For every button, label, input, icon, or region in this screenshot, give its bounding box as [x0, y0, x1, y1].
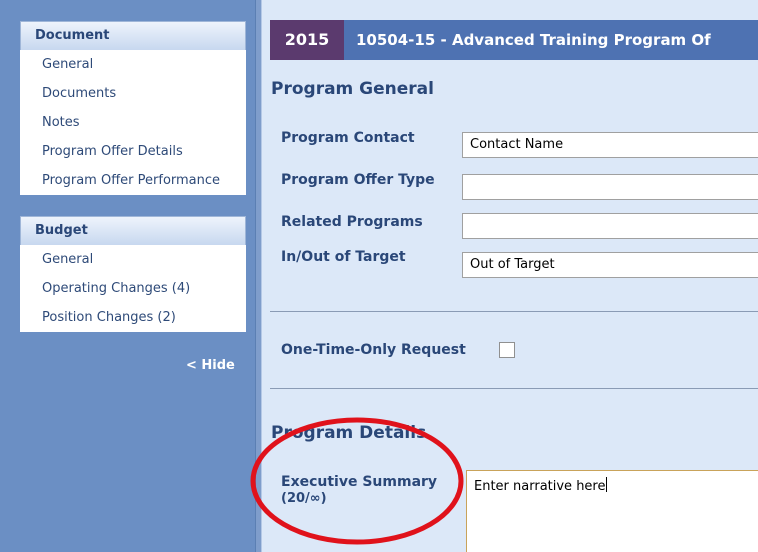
program-general-title: Program General — [271, 79, 434, 99]
in-out-target-field[interactable]: Out of Target — [462, 252, 758, 278]
one-time-only-label: One-Time-Only Request — [281, 342, 466, 358]
in-out-target-label: In/Out of Target — [281, 249, 406, 265]
divider-line — [270, 388, 758, 389]
executive-summary-label: Executive Summary — [281, 474, 438, 490]
document-group: Document General Documents Notes Program… — [20, 21, 246, 195]
program-title-bar: 2015 10504-15 - Advanced Training Progra… — [270, 20, 758, 60]
sidebar-item-position-changes[interactable]: Position Changes (2) — [20, 303, 246, 332]
executive-summary-textarea[interactable]: Enter narrative here — [466, 470, 758, 552]
sidebar-item-notes[interactable]: Notes — [20, 108, 246, 137]
related-programs-field[interactable] — [462, 213, 758, 239]
sidebar-item-program-offer-details[interactable]: Program Offer Details — [20, 137, 246, 166]
program-offer-type-field[interactable] — [462, 174, 758, 200]
hide-sidebar-link[interactable]: < Hide — [186, 358, 235, 373]
divider-line — [270, 311, 758, 312]
one-time-only-checkbox[interactable] — [499, 342, 515, 358]
executive-summary-text: Enter narrative here — [474, 479, 606, 494]
program-title: 10504-15 - Advanced Training Program Of — [356, 31, 711, 49]
year-badge: 2015 — [270, 20, 344, 60]
executive-summary-counter: (20/∞) — [281, 491, 327, 506]
sidebar-item-operating-changes[interactable]: Operating Changes (4) — [20, 274, 246, 303]
document-group-header: Document — [20, 21, 246, 50]
program-contact-field[interactable]: Contact Name — [462, 132, 758, 158]
program-offer-type-label: Program Offer Type — [281, 172, 435, 188]
sidebar-item-program-offer-performance[interactable]: Program Offer Performance — [20, 166, 246, 195]
program-contact-label: Program Contact — [281, 130, 415, 146]
main-panel: 2015 10504-15 - Advanced Training Progra… — [261, 0, 758, 552]
sidebar: Document General Documents Notes Program… — [0, 0, 255, 552]
sidebar-item-budget-general[interactable]: General — [20, 245, 246, 274]
budget-group-header: Budget — [20, 216, 246, 245]
sidebar-item-general[interactable]: General — [20, 50, 246, 79]
sidebar-item-documents[interactable]: Documents — [20, 79, 246, 108]
program-details-title: Program Details — [271, 423, 427, 443]
budget-group: Budget General Operating Changes (4) Pos… — [20, 216, 246, 332]
related-programs-label: Related Programs — [281, 214, 423, 230]
text-caret — [605, 477, 607, 492]
